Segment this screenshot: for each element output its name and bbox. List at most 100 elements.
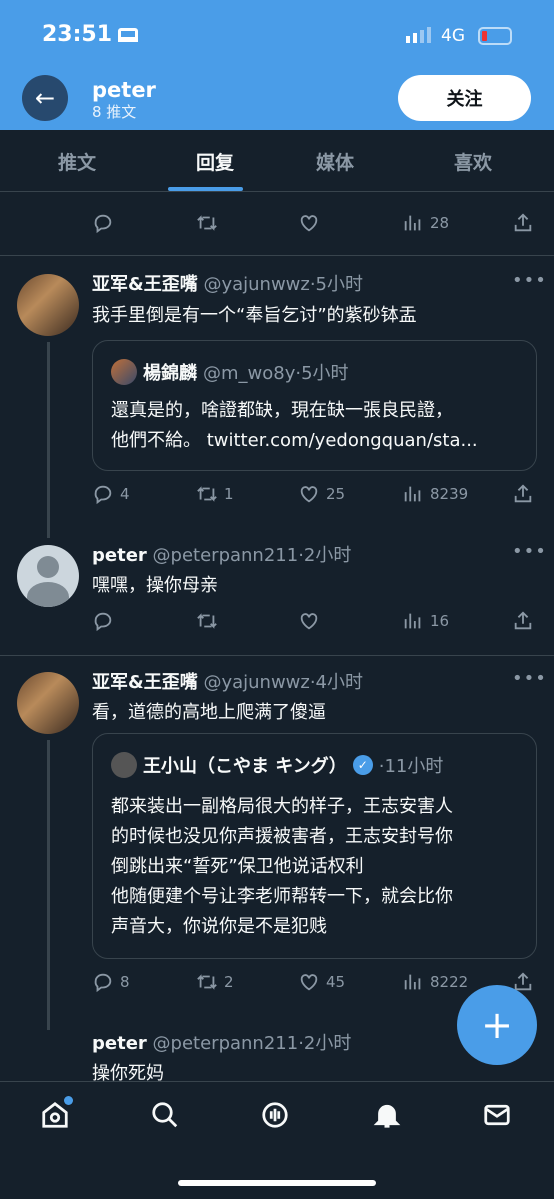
quoted-tweet[interactable]: 楊錦麟 @m_wo8y·5小时 還真是的，啥證都缺，現在缺一張良民證， 他們不給。… (92, 340, 537, 471)
home-indicator (178, 1180, 376, 1186)
signal-icon (406, 27, 431, 43)
tab-replies[interactable]: 回复 (196, 148, 234, 175)
retweet-icon (196, 610, 218, 632)
tweet-header: peter @peterpann211·2小时 (92, 541, 351, 567)
retweet-count: 2 (224, 973, 234, 991)
tweet-text: 看，道德的高地上爬满了傻逼 (92, 702, 326, 723)
messages-icon[interactable] (482, 1100, 516, 1134)
views-icon (402, 610, 424, 632)
tweet-header: 亚军&王歪嘴 @yajunwwz·5小时 (92, 270, 363, 296)
tweet-actions: 8 2 45 8222 (92, 971, 537, 997)
author-meta: @yajunwwz·5小时 (203, 274, 364, 295)
tweet-count: 8 推文 (92, 103, 137, 121)
share-button[interactable] (512, 212, 534, 234)
profile-name: peter (92, 78, 156, 102)
tweet-actions: 16 (92, 610, 537, 636)
share-icon (512, 483, 534, 505)
share-icon (512, 610, 534, 632)
like-count: 25 (326, 485, 346, 503)
author-name[interactable]: 亚军&王歪嘴 (92, 672, 198, 693)
home-icon[interactable] (40, 1096, 74, 1134)
tweet-header: peter @peterpann211·2小时 (92, 1029, 351, 1055)
compose-button[interactable]: + (457, 985, 537, 1065)
tab-media[interactable]: 媒体 (316, 148, 354, 175)
quote-line: 倒跳出来“誓死”保卫他说话权利 (111, 856, 364, 877)
reply-button[interactable]: 4 (92, 483, 130, 505)
avatar[interactable] (17, 672, 79, 734)
views-button[interactable]: 8239 (402, 483, 468, 505)
more-icon[interactable]: ••• (512, 541, 547, 562)
retweet-button[interactable]: 2 (196, 971, 234, 993)
views-icon (402, 212, 424, 234)
author-name[interactable]: 亚军&王歪嘴 (92, 274, 198, 295)
avatar[interactable] (17, 274, 79, 336)
author-name[interactable]: peter (92, 1033, 147, 1054)
retweet-icon (196, 212, 218, 234)
views-button[interactable]: 16 (402, 610, 449, 632)
battery-icon (478, 27, 512, 45)
views-count: 8222 (430, 973, 469, 991)
like-button[interactable] (298, 212, 320, 234)
author-name[interactable]: peter (92, 545, 147, 566)
tweet-text: 嘿嘿，操你母亲 (92, 575, 218, 596)
like-button[interactable]: 45 (298, 971, 345, 993)
quote-line: 還真是的，啥證都缺，現在缺一張良民證， (111, 400, 453, 421)
retweet-icon (196, 971, 218, 993)
reply-icon (92, 212, 114, 234)
spaces-icon[interactable] (260, 1100, 294, 1134)
retweet-button[interactable] (196, 212, 218, 234)
views-button[interactable]: 28 (402, 212, 449, 234)
reply-button[interactable] (92, 212, 114, 234)
author-meta: @peterpann211·2小时 (152, 1033, 352, 1054)
heart-icon (298, 483, 320, 505)
profile-tabs: 推文 回复 媒体 喜欢 (0, 130, 554, 192)
views-count: 8239 (430, 485, 469, 503)
author-name: 楊錦麟 (143, 363, 197, 384)
reply-count: 4 (120, 485, 130, 503)
like-button[interactable] (298, 610, 320, 632)
retweet-count: 1 (224, 485, 234, 503)
more-icon[interactable]: ••• (512, 668, 547, 689)
quote-line: 他們不給。 twitter.com/yedongquan/sta... (111, 430, 478, 451)
network-label: 4G (441, 26, 465, 46)
heart-icon (298, 610, 320, 632)
quote-line: 的时候也没见你声援被害者，王志安封号你 (111, 826, 453, 847)
quote-line: 他随便建个号让李老师帮转一下，就会比你 (111, 886, 453, 907)
author-meta: @yajunwwz·4小时 (203, 672, 364, 693)
notifications-icon[interactable] (372, 1100, 406, 1134)
thread-line (47, 342, 50, 538)
search-icon[interactable] (150, 1100, 184, 1134)
more-icon[interactable]: ••• (512, 270, 547, 291)
avatar[interactable] (17, 545, 79, 607)
share-button[interactable] (512, 483, 534, 505)
reply-button[interactable] (92, 610, 114, 632)
quote-line: 声音大，你说你是不是犯贱 (111, 916, 327, 937)
divider (0, 655, 554, 656)
tweet-actions: 28 (92, 212, 537, 238)
header-bar: 23:51 4G ← peter 8 推文 关注 (0, 0, 554, 130)
tweet-text: 我手里倒是有一个“奉旨乞讨”的紫砂钵盂 (92, 305, 417, 326)
views-button[interactable]: 8222 (402, 971, 468, 993)
tab-tweets[interactable]: 推文 (58, 148, 96, 175)
reply-button[interactable]: 8 (92, 971, 130, 993)
back-button[interactable]: ← (22, 75, 68, 121)
active-tab-indicator (168, 187, 243, 191)
follow-button[interactable]: 关注 (398, 75, 531, 121)
tab-likes[interactable]: 喜欢 (454, 148, 492, 175)
like-button[interactable]: 25 (298, 483, 345, 505)
thread-line (47, 740, 50, 1030)
like-count: 45 (326, 973, 346, 991)
share-icon (512, 212, 534, 234)
author-meta: ·11小时 (378, 756, 444, 777)
retweet-button[interactable]: 1 (196, 483, 234, 505)
retweet-button[interactable] (196, 610, 218, 632)
share-button[interactable] (512, 610, 534, 632)
heart-icon (298, 212, 320, 234)
author-meta: @peterpann211·2小时 (152, 545, 352, 566)
divider (0, 255, 554, 256)
tweet-header: 亚军&王歪嘴 @yajunwwz·4小时 (92, 668, 363, 694)
author-meta: @m_wo8y·5小时 (203, 363, 349, 384)
quoted-tweet[interactable]: 王小山（こやま キング） ✓ ·11小时 都来装出一副格局很大的样子，王志安害人 的… (92, 733, 537, 959)
verified-icon: ✓ (352, 755, 373, 775)
avatar (111, 752, 137, 778)
